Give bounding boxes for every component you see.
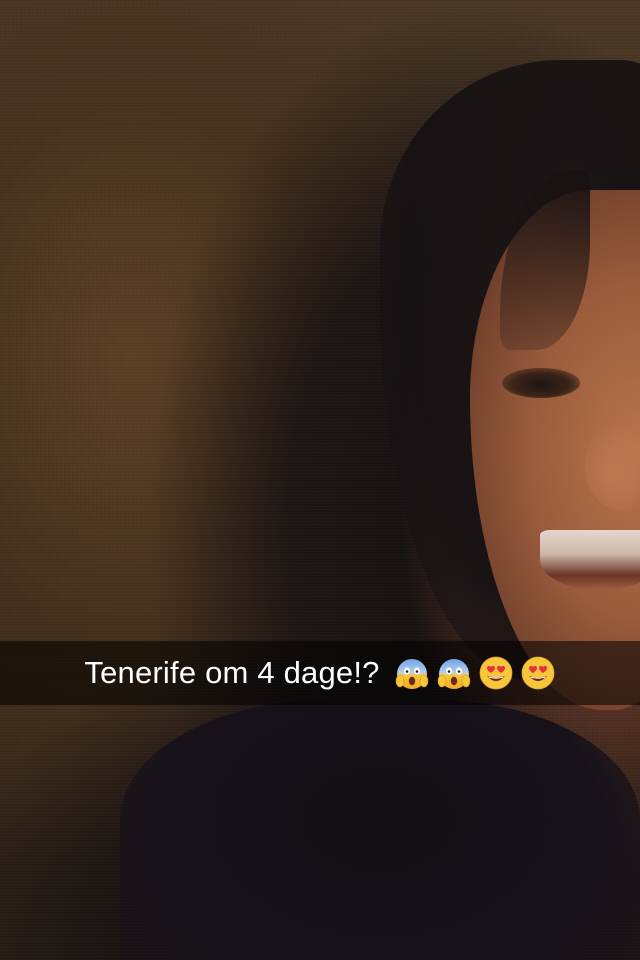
smiling-face-with-heart-eyes-icon	[479, 656, 513, 690]
caption-text: Tenerife om 4 dage!?	[84, 655, 380, 690]
caption-bar[interactable]: Tenerife om 4 dage!?	[0, 641, 640, 705]
snap-photo[interactable]: Tenerife om 4 dage!?	[0, 0, 640, 960]
caption-emoji-row	[394, 655, 556, 691]
face-screaming-in-fear-icon	[437, 659, 470, 689]
photo-shoulder	[120, 700, 640, 960]
photo-eye	[502, 368, 580, 398]
smiling-face-with-heart-eyes-icon	[521, 656, 555, 690]
face-screaming-in-fear-icon	[395, 659, 428, 689]
